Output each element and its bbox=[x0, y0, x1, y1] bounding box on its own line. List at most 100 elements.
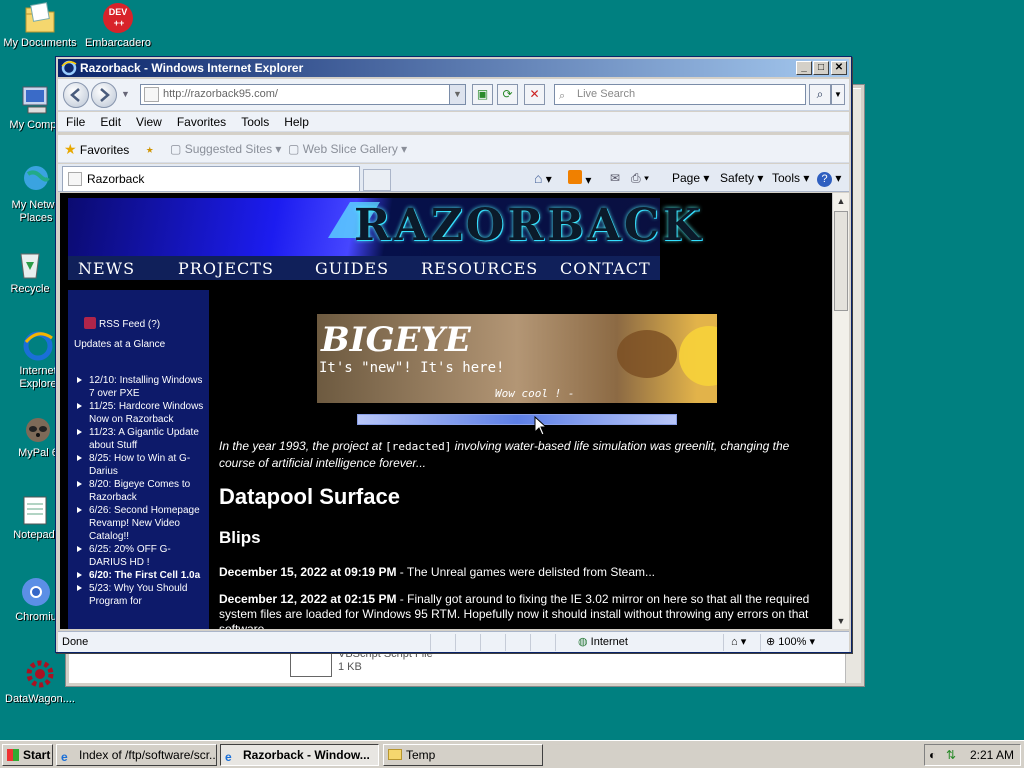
tab-bar: Razorback ⌂ ▾ ▾ ✉ ⎙ ▾ Page ▾ Safety ▾ To… bbox=[58, 164, 849, 192]
update-link[interactable]: 11/25: Hardcore Windows Now on Razorback bbox=[74, 400, 204, 426]
page-menu[interactable]: Page ▾ bbox=[672, 170, 709, 186]
start-button[interactable]: Start bbox=[2, 744, 53, 766]
home-button[interactable]: ⌂ ▾ bbox=[534, 170, 552, 187]
page-content[interactable]: RAZORBACK NEWS PROJECTS GUIDES RESOURCES… bbox=[60, 193, 834, 629]
menu-help[interactable]: Help bbox=[276, 112, 316, 129]
favorites-button[interactable]: ★ Favorites bbox=[64, 135, 129, 164]
scroll-down-icon[interactable]: ▼ bbox=[833, 613, 849, 629]
site-logo: RAZORBACK bbox=[354, 200, 704, 251]
search-input[interactable]: ⌕ Live Search bbox=[554, 84, 806, 105]
refresh-button[interactable]: ⟳ bbox=[497, 84, 518, 105]
network-icon bbox=[20, 164, 52, 196]
raccoon-icon bbox=[22, 412, 54, 444]
menu-view[interactable]: View bbox=[128, 112, 169, 129]
recycle-bin-icon bbox=[14, 248, 46, 280]
update-link[interactable]: 8/25: How to Win at G-Darius bbox=[74, 452, 204, 478]
tab-razorback[interactable]: Razorback bbox=[62, 166, 360, 191]
page-icon: ▢ bbox=[288, 142, 300, 156]
svg-text:DEV: DEV bbox=[109, 7, 128, 17]
update-link[interactable]: 8/20: Bigeye Comes to Razorback bbox=[74, 478, 204, 504]
update-link[interactable]: 5/23: Why You Should Program for bbox=[74, 582, 204, 608]
minimize-button[interactable]: _ bbox=[796, 61, 812, 75]
update-link[interactable]: 6/25: 20% OFF G-DARIUS HD ! bbox=[74, 543, 204, 569]
title-bar[interactable]: Razorback - Windows Internet Explorer _ … bbox=[58, 59, 849, 77]
zoom-button[interactable]: ⊕ 100% ▾ bbox=[766, 632, 815, 652]
menu-bar: File Edit View Favorites Tools Help bbox=[58, 112, 849, 132]
forward-button[interactable] bbox=[91, 82, 117, 108]
tray-network-icon[interactable]: ⇅ bbox=[946, 745, 956, 765]
mail-icon[interactable]: ✉ bbox=[610, 170, 620, 186]
compatibility-view-button[interactable]: ▣ bbox=[472, 84, 493, 105]
stop-button[interactable]: ✕ bbox=[524, 84, 545, 105]
menu-file[interactable]: File bbox=[58, 112, 92, 129]
page-scrollbar[interactable]: ▲ ▼ bbox=[832, 193, 849, 629]
nav-guides[interactable]: GUIDES bbox=[315, 259, 389, 278]
update-link[interactable]: 6/26: Second Homepage Revamp! New Video … bbox=[74, 504, 204, 543]
site-banner[interactable]: RAZORBACK bbox=[68, 198, 700, 256]
blip-date: December 12, 2022 at 02:15 PM bbox=[219, 592, 397, 606]
back-button[interactable] bbox=[63, 82, 89, 108]
page-menu-label: Page bbox=[672, 171, 701, 185]
history-dropdown-icon[interactable]: ▼ bbox=[121, 89, 130, 99]
menu-tools[interactable]: Tools bbox=[233, 112, 276, 129]
feeds-button[interactable]: ▾ bbox=[568, 170, 591, 188]
star-icon: ★ bbox=[64, 141, 77, 157]
help-button[interactable]: ? ▾ bbox=[817, 170, 841, 187]
navigation-bar: ▼ http://razorback95.com/ ▼ ▣ ⟳ ✕ ⌕ Live… bbox=[58, 79, 849, 111]
nav-resources[interactable]: RESOURCES bbox=[421, 259, 538, 278]
taskbar-button-razorback[interactable]: e Razorback - Window... bbox=[220, 744, 379, 766]
system-tray: ◐ ⇅ 2:21 AM bbox=[924, 744, 1021, 766]
zone-indicator[interactable]: ◍ Internet bbox=[578, 632, 628, 652]
web-slice-gallery-link[interactable]: ▢ Web Slice Gallery ▾ bbox=[288, 135, 407, 163]
search-options-button[interactable]: ▼ bbox=[831, 84, 845, 105]
tray-shield-icon[interactable]: ◐ bbox=[929, 745, 936, 765]
intro-text: In the year 1993, the project at [redact… bbox=[219, 439, 790, 470]
menu-edit[interactable]: Edit bbox=[92, 112, 128, 129]
blip-date: December 15, 2022 at 09:19 PM bbox=[219, 565, 397, 579]
address-bar[interactable]: http://razorback95.com/ ▼ bbox=[140, 84, 466, 105]
desktop-icon-embarcadero[interactable]: DEV ++ Embarcadero bbox=[78, 2, 158, 50]
page-heading: Datapool Surface bbox=[219, 484, 400, 509]
update-link[interactable]: 11/23: A Gigantic Update about Stuff bbox=[74, 426, 204, 452]
taskbar-button-ftp-index[interactable]: e Index of /ftp/software/scr... bbox=[56, 744, 217, 766]
nav-projects[interactable]: PROJECTS bbox=[178, 259, 274, 278]
close-button[interactable]: ✕ bbox=[831, 61, 847, 75]
globe-icon: ◍ bbox=[578, 636, 588, 648]
svg-text:++: ++ bbox=[114, 18, 125, 28]
desktop-icon-my-documents[interactable]: My Documents bbox=[0, 2, 80, 50]
add-favorite-icon[interactable]: ⭑ bbox=[146, 135, 154, 163]
new-tab-button[interactable] bbox=[363, 169, 391, 191]
clock[interactable]: 2:21 AM bbox=[970, 748, 1014, 762]
maximize-button[interactable]: □ bbox=[813, 61, 829, 75]
bigeye-banner[interactable]: BIGEYE It's "new"! It's here! Wow cool !… bbox=[317, 314, 717, 403]
rss-icon bbox=[84, 317, 96, 329]
scroll-thumb[interactable] bbox=[834, 211, 848, 311]
ie-window[interactable]: Razorback - Windows Internet Explorer _ … bbox=[55, 56, 852, 653]
tools-menu[interactable]: Tools ▾ bbox=[772, 170, 809, 186]
print-button[interactable]: ⎙ ▾ bbox=[631, 170, 649, 186]
protected-mode-icon[interactable]: ⌂ ▾ bbox=[731, 632, 746, 652]
suggested-sites-link[interactable]: ▢ Suggested Sites ▾ bbox=[170, 135, 281, 163]
safety-menu[interactable]: Safety ▾ bbox=[720, 170, 763, 186]
bigeye-tagline: It's "new"! It's here! bbox=[319, 360, 505, 376]
blip-entry: December 15, 2022 at 09:19 PM - The Unre… bbox=[219, 565, 819, 580]
ie-logo-icon bbox=[61, 60, 77, 76]
page-icon bbox=[144, 87, 159, 102]
help-icon: ? bbox=[817, 172, 832, 187]
menu-favorites[interactable]: Favorites bbox=[169, 112, 233, 129]
scroll-up-icon[interactable]: ▲ bbox=[833, 193, 849, 209]
update-link[interactable]: 12/10: Installing Windows 7 over PXE bbox=[74, 374, 204, 400]
update-link[interactable]: 6/20: The First Cell 1.0a bbox=[74, 569, 204, 582]
nav-contact[interactable]: CONTACT bbox=[560, 259, 651, 278]
address-dropdown-icon[interactable]: ▼ bbox=[449, 85, 465, 104]
address-text: http://razorback95.com/ bbox=[163, 88, 278, 100]
windows-logo-icon bbox=[7, 749, 19, 761]
search-button[interactable]: ⌕ bbox=[809, 84, 831, 105]
ie-logo-icon: e bbox=[225, 750, 232, 764]
ie-logo-icon: e bbox=[61, 750, 68, 764]
taskbar-button-temp[interactable]: Temp bbox=[383, 744, 543, 766]
nav-news[interactable]: NEWS bbox=[78, 259, 135, 278]
rss-feed-link[interactable]: RSS Feed (?) bbox=[84, 317, 160, 330]
search-placeholder: Live Search bbox=[577, 88, 636, 100]
file-size: 1 KB bbox=[338, 661, 362, 673]
